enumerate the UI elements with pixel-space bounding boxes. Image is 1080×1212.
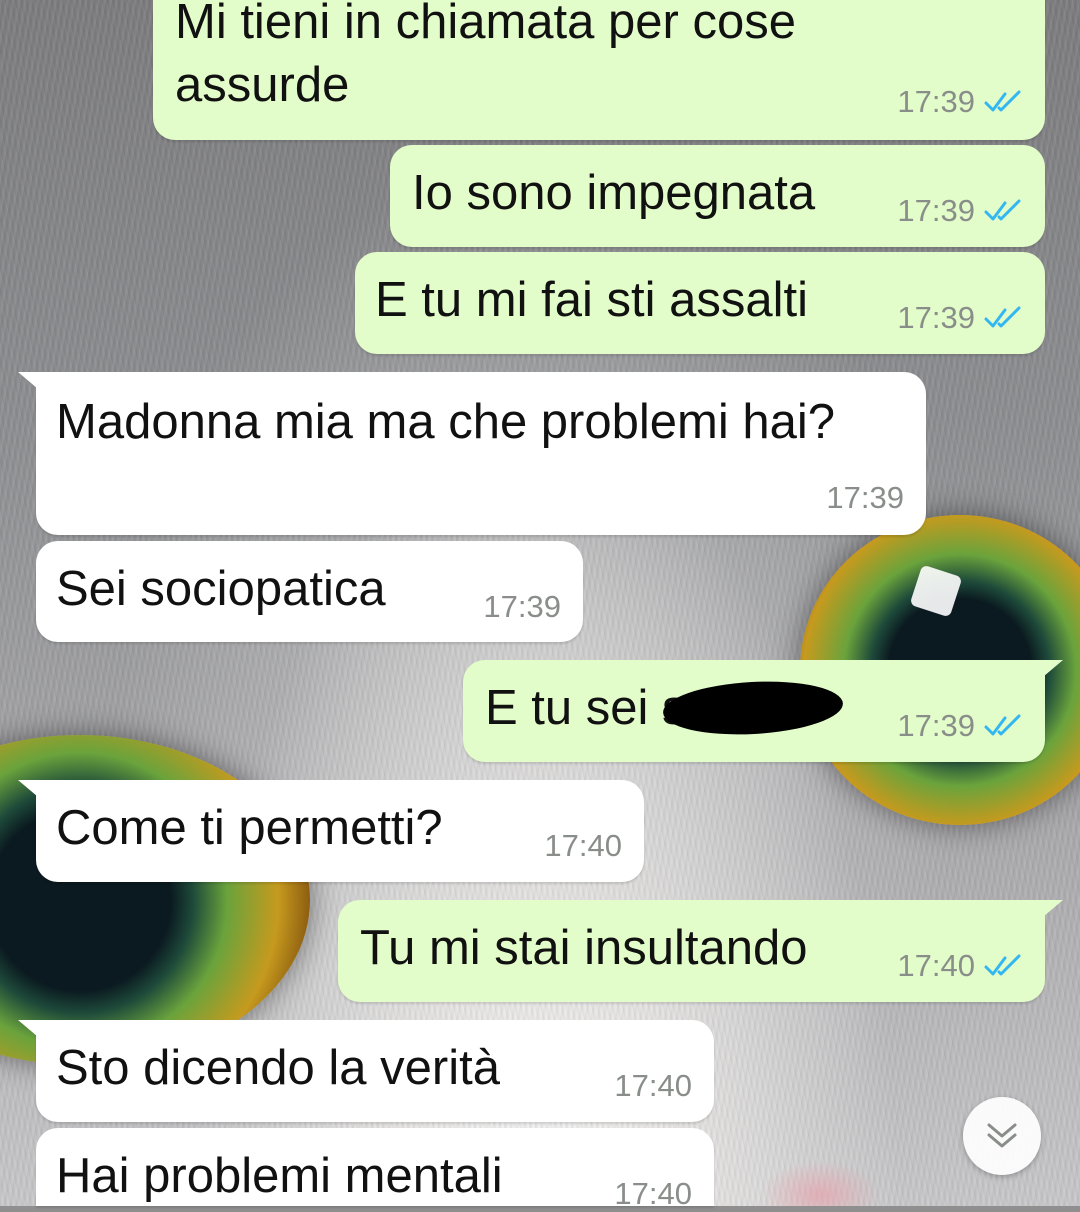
message-text: Tu mi stai insultando — [360, 921, 808, 975]
message-meta: 17:39 — [826, 480, 904, 516]
message-time: 17:40 — [614, 1176, 692, 1211]
message-text: Io sono impegnata — [412, 166, 816, 220]
message-time: 17:39 — [897, 300, 975, 335]
message-time: 17:39 — [897, 84, 975, 119]
double-check-icon — [984, 954, 1021, 976]
message-bubble-incoming[interactable]: Madonna mia ma che problemi hai? 17:39 — [18, 372, 926, 535]
message-text: assurde — [175, 58, 350, 112]
double-check-icon — [984, 199, 1021, 221]
message-bubble-outgoing[interactable]: Tu mi stai insultando 17:40 — [338, 900, 1063, 1002]
message-meta: 17:40 — [544, 828, 622, 864]
message-text: Hai problemi mentali — [56, 1149, 503, 1203]
message-meta: 17:40 — [614, 1176, 692, 1212]
message-bubble-outgoing[interactable]: E tu sei st 17:39 — [463, 660, 1063, 762]
double-check-icon — [984, 306, 1021, 328]
message-bubble-outgoing[interactable]: Io sono impegnata 17:39 — [390, 145, 1045, 247]
message-time: 17:39 — [897, 708, 975, 743]
message-time: 17:40 — [897, 948, 975, 983]
message-bubble-outgoing[interactable]: E tu mi fai sti assalti 17:39 — [355, 252, 1045, 354]
message-meta: 17:40 — [614, 1068, 692, 1104]
message-bubble-outgoing[interactable]: Mi tieni in chiamata per cose assurde 17… — [153, 0, 1045, 140]
message-meta: 17:39 — [483, 589, 561, 625]
message-meta: 17:40 — [897, 948, 1023, 984]
message-bubble-incoming[interactable]: Hai problemi mentali 17:40 — [36, 1128, 714, 1211]
message-time: 17:39 — [897, 193, 975, 228]
double-check-icon — [984, 714, 1021, 736]
message-text: Mi tieni in chiamata per cose — [175, 0, 796, 49]
message-bubble-incoming[interactable]: Sei sociopatica 17:39 — [36, 541, 583, 642]
scroll-to-bottom-button[interactable] — [963, 1097, 1041, 1175]
message-bubble-incoming[interactable]: Sto dicendo la verità 17:40 — [18, 1020, 714, 1122]
message-time: 17:40 — [614, 1068, 692, 1103]
double-check-icon — [984, 90, 1021, 112]
message-text: E tu mi fai sti assalti — [375, 273, 808, 327]
message-time: 17:39 — [483, 589, 561, 624]
message-text: Sto dicendo la verità — [56, 1041, 500, 1095]
message-meta: 17:39 — [897, 84, 1023, 120]
message-meta: 17:39 — [897, 708, 1023, 744]
chevron-double-down-icon — [987, 1123, 1017, 1148]
message-text: Madonna mia ma che problemi hai? — [56, 395, 835, 449]
message-bubble-incoming[interactable]: Come ti permetti? 17:40 — [18, 780, 644, 882]
message-meta: 17:39 — [897, 300, 1023, 336]
message-time: 17:40 — [544, 828, 622, 863]
message-text: Come ti permetti? — [56, 801, 443, 855]
message-text: Sei sociopatica — [56, 562, 386, 616]
message-time: 17:39 — [826, 480, 904, 515]
message-meta: 17:39 — [897, 193, 1023, 229]
